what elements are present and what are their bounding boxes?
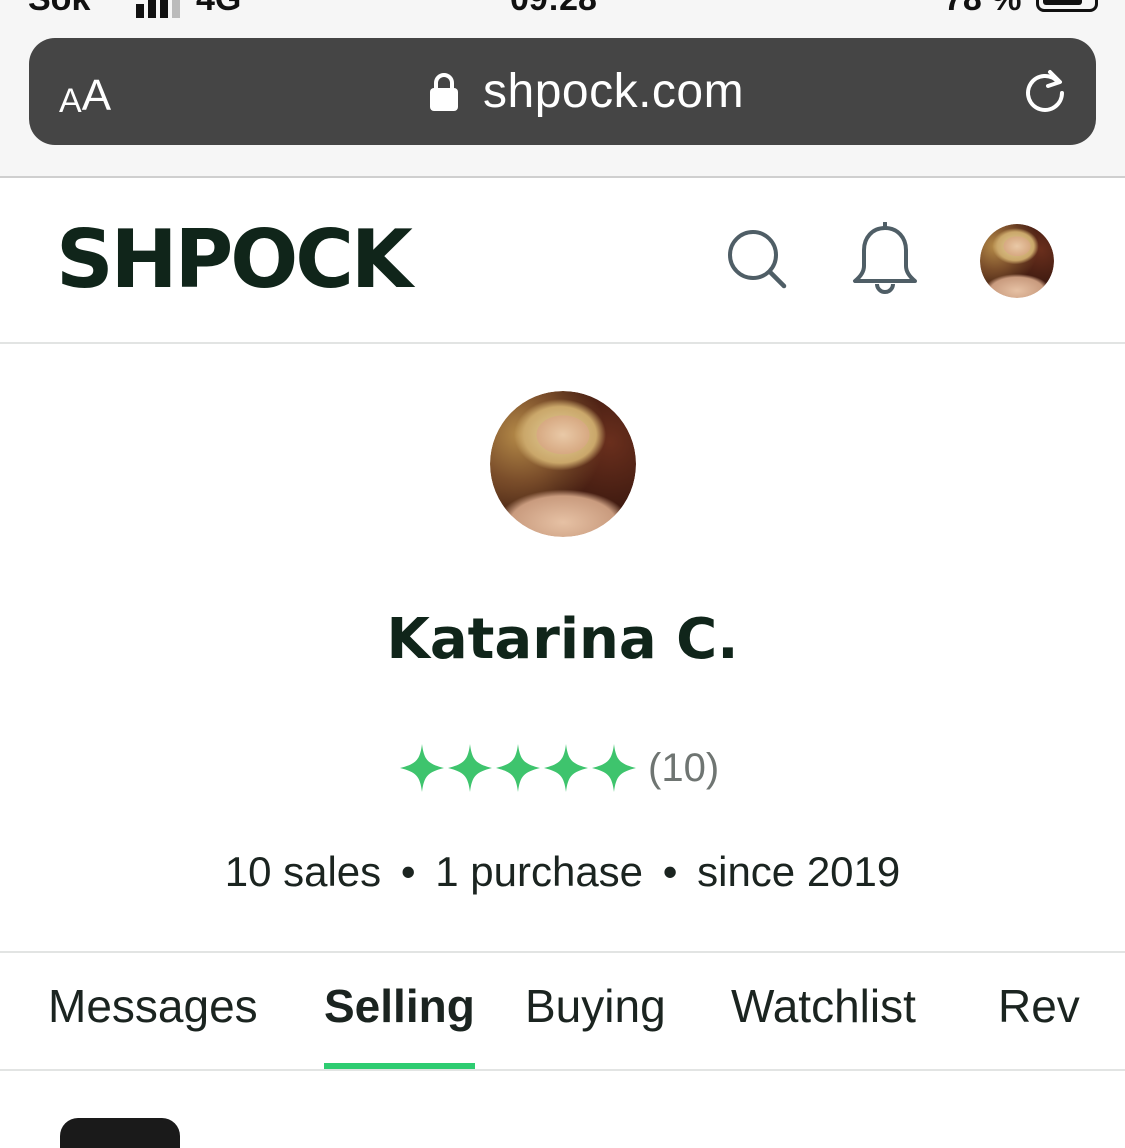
tab-label: Rev: [998, 980, 1080, 1032]
tab-reviews[interactable]: Rev: [998, 979, 1080, 1069]
battery-icon: [1036, 0, 1098, 12]
tab-label: Messages: [48, 980, 258, 1032]
tab-watchlist[interactable]: Watchlist: [731, 979, 916, 1069]
tab-selling[interactable]: Selling: [324, 979, 475, 1069]
shpock-logo[interactable]: SHPOCK: [56, 214, 413, 306]
avatar-image: [980, 224, 1054, 298]
reader-settings-button[interactable]: A A: [59, 68, 112, 120]
url-text: shpock.com: [483, 65, 745, 118]
lock-icon: [430, 72, 458, 111]
address-bar[interactable]: A A shpock.com: [29, 38, 1096, 145]
profile-name: Katarina C.: [386, 607, 739, 672]
star-rating: [398, 738, 638, 798]
active-tab-indicator: [324, 1063, 475, 1069]
tab-buying[interactable]: Buying: [525, 979, 666, 1069]
bell-icon[interactable]: [850, 222, 920, 298]
profile-avatar-image: [490, 391, 636, 537]
separator-dot: •: [662, 848, 678, 895]
profile-tabs: Messages Selling Buying Watchlist Rev: [0, 951, 1125, 1071]
url-display[interactable]: shpock.com: [429, 64, 744, 119]
star-icon: [544, 744, 588, 792]
reload-icon[interactable]: [1020, 66, 1070, 116]
site-header: SHPOCK: [0, 178, 1125, 344]
browser-chrome: A A shpock.com: [0, 20, 1125, 178]
status-bar: Sok 4G 09:28 78 %: [0, 0, 1125, 20]
tab-messages[interactable]: Messages: [48, 979, 258, 1069]
network-label: 4G: [196, 0, 241, 19]
tab-label: Selling: [324, 980, 475, 1032]
member-since: since 2019: [697, 848, 901, 895]
battery-percent: 78 %: [944, 0, 1022, 19]
star-icon: [592, 744, 636, 792]
rating-row[interactable]: (10): [398, 738, 719, 798]
review-count: (10): [648, 745, 720, 790]
star-icon: [448, 744, 492, 792]
purchase-count: 1 purchase: [435, 848, 644, 895]
user-avatar[interactable]: [980, 224, 1054, 298]
listing-thumbnail[interactable]: [60, 1118, 180, 1148]
separator-dot: •: [400, 848, 416, 895]
sales-count: 10 sales: [224, 848, 382, 895]
star-icon: [496, 744, 540, 792]
tab-label: Watchlist: [731, 980, 916, 1032]
profile-stats: 10 sales • 1 purchase • since 2019: [0, 848, 1125, 896]
clock: 09:28: [510, 0, 597, 19]
tab-label: Buying: [525, 980, 666, 1032]
aa-small-letter: A: [59, 82, 82, 120]
star-icon: [400, 744, 444, 792]
aa-big-letter: A: [81, 71, 112, 120]
carrier-label: Sok: [28, 0, 90, 19]
profile-avatar: [490, 391, 636, 537]
search-icon[interactable]: [724, 226, 790, 292]
signal-icon: [136, 0, 180, 18]
